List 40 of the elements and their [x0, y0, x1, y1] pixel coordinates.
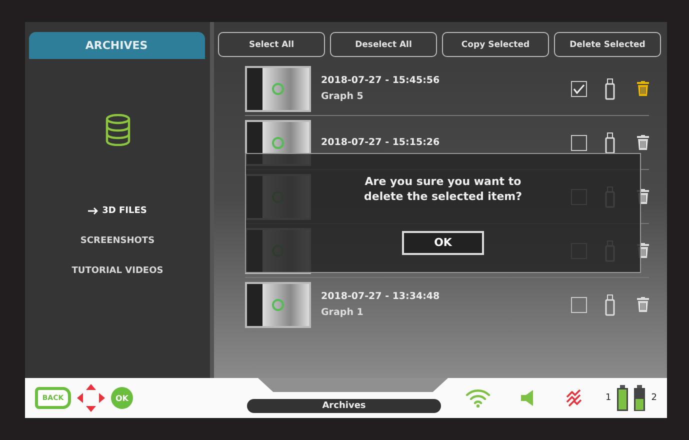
thumbnail-image[interactable]: [245, 282, 311, 328]
usb-drive-icon: [605, 132, 615, 154]
trash-icon[interactable]: [637, 135, 649, 150]
ok-button[interactable]: OK: [402, 230, 484, 255]
sidebar-item[interactable]: SCREENSHOTS: [80, 226, 155, 256]
battery-icon: [617, 385, 628, 411]
marker-icon: [271, 82, 285, 96]
screen-title: Archives: [247, 399, 441, 413]
marker-icon: [271, 136, 285, 150]
database-icon: [104, 114, 130, 146]
trash-icon[interactable]: [637, 297, 649, 312]
toolbar-button[interactable]: Select All: [218, 32, 325, 57]
usb-drive-icon: [605, 294, 615, 316]
file-timestamp: 2018-07-27 - 15:45:56: [321, 75, 441, 86]
battery-label: 1: [606, 393, 612, 403]
speaker-icon: [521, 390, 535, 406]
arrow-icon: [88, 207, 98, 215]
toolbar-button[interactable]: Deselect All: [330, 32, 437, 57]
sidebar-title: ARCHIVES: [28, 32, 204, 59]
battery-label: 2: [651, 393, 657, 403]
wave-icon: [565, 389, 583, 407]
checkbox[interactable]: [571, 80, 587, 96]
sidebar-item[interactable]: TUTORIAL VIDEOS: [72, 256, 164, 286]
file-name: Graph 1: [321, 307, 364, 318]
checkbox[interactable]: [571, 134, 587, 150]
marker-icon: [271, 298, 285, 312]
trash-icon[interactable]: [637, 81, 649, 96]
checkbox[interactable]: [571, 296, 587, 312]
wifi-icon: [465, 388, 491, 408]
file-timestamp: 2018-07-27 - 15:15:26: [321, 137, 441, 148]
sidebar-item[interactable]: 3D FILES: [88, 196, 147, 226]
file-timestamp: 2018-07-27 - 13:34:48: [321, 291, 441, 302]
battery-icon: [634, 385, 646, 411]
usb-drive-icon: [605, 78, 615, 100]
thumbnail-image[interactable]: [245, 66, 311, 112]
dialog-message: Are you sure you want to delete the selected item?: [362, 174, 523, 205]
toolbar-button[interactable]: Copy Selected: [442, 32, 549, 57]
dpad-icon[interactable]: [77, 384, 105, 412]
toolbar-button[interactable]: Delete Selected: [554, 32, 661, 57]
file-name: Graph 5: [321, 91, 364, 102]
